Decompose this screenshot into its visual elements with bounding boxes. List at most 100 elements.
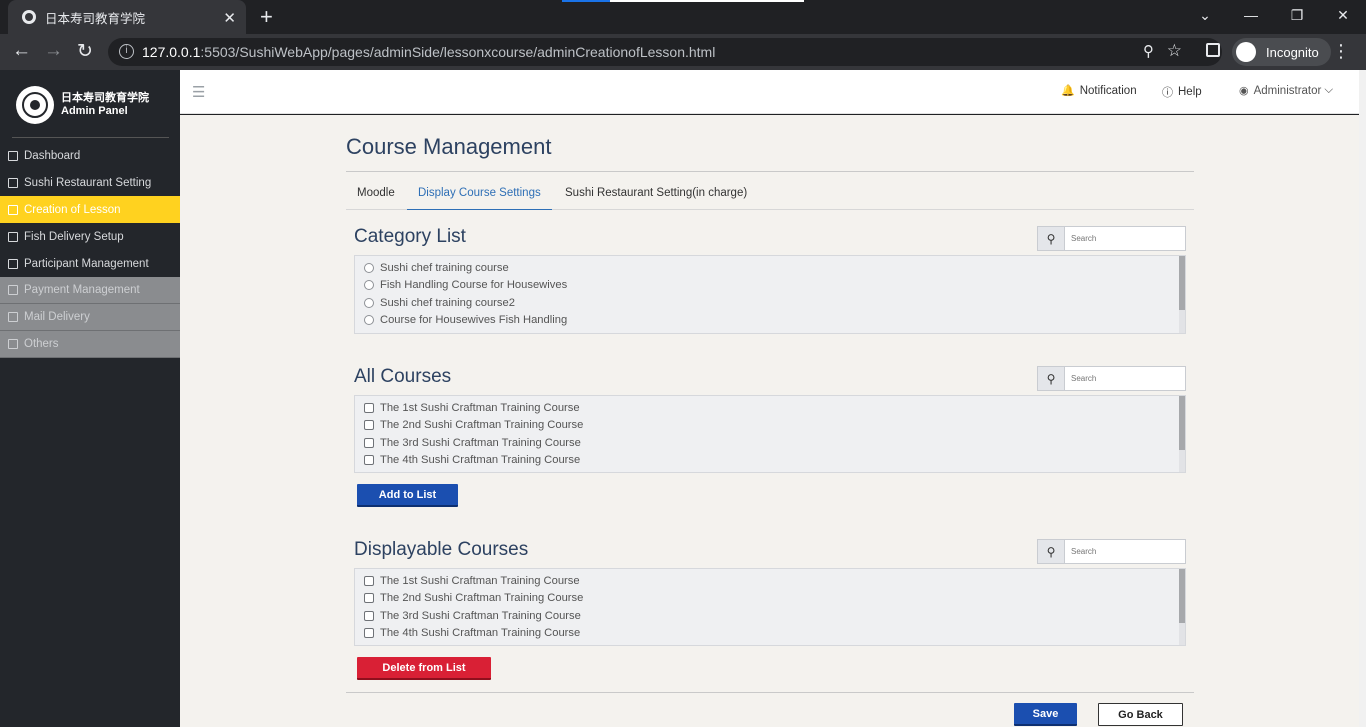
address-toolbar: ← → ↻ i 127.0.0.1:5503/SushiWebApp/pages…	[0, 34, 1366, 70]
checkbox[interactable]	[364, 455, 374, 466]
add-to-list-button[interactable]: Add to List	[357, 484, 458, 507]
category-listbox: Sushi chef training course Fish Handling …	[354, 255, 1186, 334]
menu-item-icon	[8, 150, 18, 161]
tab-moodle[interactable]: Moodle	[346, 187, 406, 210]
sidebar-item-label: Mail Delivery	[24, 311, 90, 323]
notification-label: Notification	[1079, 84, 1137, 97]
sidebar-item-mail-delivery[interactable]: Mail Delivery	[0, 304, 180, 331]
menu-item-icon	[8, 312, 18, 322]
checkbox[interactable]	[364, 420, 374, 431]
address-bar[interactable]: i 127.0.0.1:5503/SushiWebApp/pages/admin…	[108, 38, 1222, 66]
checkbox[interactable]	[364, 402, 374, 413]
help-link[interactable]: ⓘ Help	[1162, 84, 1202, 100]
list-item-label: The 4th Sushi Craftman Training Course	[380, 454, 581, 467]
browser-tab[interactable]: 日本寿司教育学院 ✕	[8, 0, 246, 34]
brand[interactable]: 日本寿司教育学院 Admin Panel	[16, 86, 149, 124]
search-icon[interactable]: ⚲	[1037, 226, 1065, 251]
menu-item-icon	[8, 204, 18, 215]
list-item[interactable]: The 3rd Sushi Craftman Training Course	[355, 434, 1185, 452]
zoom-search-icon[interactable]: ⚲	[1143, 42, 1154, 60]
bell-icon: 🔔	[1061, 85, 1075, 97]
close-tab-icon[interactable]: ✕	[223, 9, 236, 27]
sidebar-item-others[interactable]: Others	[0, 331, 180, 358]
list-item-label: The 2nd Sushi Craftman Training Course	[380, 592, 584, 605]
delete-from-list-button[interactable]: Delete from List	[357, 657, 491, 680]
all-courses-search-input[interactable]	[1065, 366, 1186, 391]
profile-label: Incognito	[1266, 44, 1319, 60]
bottom-divider	[346, 692, 1194, 693]
list-item[interactable]: The 4th Sushi Craftman Training Course	[355, 452, 1185, 470]
tab-display-course-settings[interactable]: Display Course Settings	[407, 187, 552, 210]
back-arrow-icon[interactable]: ←	[12, 40, 31, 62]
tab-search-icon[interactable]: ⌄	[1182, 0, 1228, 30]
title-divider	[346, 171, 1194, 172]
sidebar-item-payment-management[interactable]: Payment Management	[0, 277, 180, 304]
checkbox[interactable]	[364, 575, 374, 586]
save-button[interactable]: Save	[1014, 703, 1077, 726]
bookmark-star-icon[interactable]: ☆	[1167, 41, 1182, 61]
sidebar-item-fish-delivery-setup[interactable]: Fish Delivery Setup	[0, 223, 180, 250]
all-courses-search: ⚲	[1037, 366, 1186, 391]
category-list-scrollbar[interactable]	[1179, 256, 1185, 333]
browser-tab-strip: 日本寿司教育学院 ✕ + ⌄ — ❐ ✕	[0, 0, 1366, 34]
go-back-button[interactable]: Go Back	[1098, 703, 1183, 726]
site-info-icon[interactable]: i	[119, 44, 134, 59]
list-item[interactable]: The 4th Sushi Craftman Training Course	[355, 625, 1185, 643]
displayable-courses-scrollbar[interactable]	[1179, 569, 1185, 645]
sidebar-item-creation-of-lesson[interactable]: Creation of Lesson	[0, 196, 180, 223]
school-logo	[16, 86, 54, 124]
hamburger-menu-icon[interactable]: ☰	[192, 83, 205, 101]
checkbox[interactable]	[364, 437, 374, 448]
category-search-input[interactable]	[1065, 226, 1186, 251]
browser-tab-title: 日本寿司教育学院	[45, 11, 146, 26]
new-tab-icon[interactable]: +	[260, 4, 273, 30]
list-item-label: The 3rd Sushi Craftman Training Course	[380, 609, 581, 622]
notification-link[interactable]: 🔔 Notification	[1061, 84, 1137, 98]
list-item[interactable]: The 2nd Sushi Craftman Training Course	[355, 417, 1185, 435]
displayable-courses-search-input[interactable]	[1065, 539, 1186, 564]
list-item[interactable]: The 2nd Sushi Craftman Training Course	[355, 590, 1185, 608]
close-window-icon[interactable]: ✕	[1320, 0, 1366, 30]
sidebar-item-sushi-restaurant-setting[interactable]: Sushi Restaurant Setting	[0, 169, 180, 196]
menu-item-icon	[8, 285, 18, 295]
menu-kebab-icon[interactable]: ⋮	[1332, 41, 1350, 62]
menu-item-icon	[8, 339, 18, 349]
sidepanel-icon[interactable]	[1206, 43, 1220, 57]
restore-icon[interactable]: ❐	[1274, 0, 1320, 30]
sidebar-item-dashboard[interactable]: Dashboard	[0, 142, 180, 169]
sidebar-item-participant-management[interactable]: Participant Management	[0, 250, 180, 277]
minimize-icon[interactable]: —	[1228, 0, 1274, 30]
settings-tabs: Moodle Display Course Settings Sushi Res…	[346, 187, 1194, 210]
list-item-label: Sushi chef training course	[380, 261, 509, 274]
radio-button[interactable]	[364, 297, 374, 308]
radio-button[interactable]	[364, 262, 374, 273]
category-search: ⚲	[1037, 226, 1186, 251]
radio-button[interactable]	[364, 315, 374, 326]
user-label: Administrator	[1253, 84, 1322, 97]
list-item[interactable]: The 1st Sushi Craftman Training Course	[355, 399, 1185, 417]
checkbox[interactable]	[364, 593, 374, 604]
checkbox[interactable]	[364, 628, 374, 639]
list-item[interactable]: Course for Housewives Fish Handling	[355, 312, 1185, 330]
list-item-label: Fish Handling Course for Housewives	[380, 279, 568, 292]
list-item[interactable]: The 1st Sushi Craftman Training Course	[355, 572, 1185, 590]
profile-incognito[interactable]: Incognito	[1232, 38, 1331, 66]
radio-button[interactable]	[364, 280, 374, 291]
all-courses-scrollbar[interactable]	[1179, 396, 1185, 472]
list-item[interactable]: Fish Handling Course for Housewives	[355, 277, 1185, 295]
user-menu[interactable]: ◉ Administrator ⌵	[1239, 84, 1333, 97]
list-item-label: The 1st Sushi Craftman Training Course	[380, 574, 580, 587]
list-item[interactable]: Sushi chef training course	[355, 259, 1185, 277]
reload-icon[interactable]: ↻	[77, 40, 93, 63]
list-item-label: Sushi chef training course2	[380, 296, 515, 309]
search-icon[interactable]: ⚲	[1037, 539, 1065, 564]
menu-item-icon	[8, 231, 18, 242]
list-item[interactable]: Sushi chef training course2	[355, 294, 1185, 312]
tab-sushi-restaurant-setting[interactable]: Sushi Restaurant Setting(in charge)	[554, 187, 758, 210]
forward-arrow-icon[interactable]: →	[44, 40, 63, 62]
search-icon[interactable]: ⚲	[1037, 366, 1065, 391]
checkbox[interactable]	[364, 610, 374, 621]
list-item[interactable]: The 3rd Sushi Craftman Training Course	[355, 607, 1185, 625]
sidebar-divider	[12, 137, 169, 138]
page-scrollbar[interactable]	[1359, 70, 1366, 727]
